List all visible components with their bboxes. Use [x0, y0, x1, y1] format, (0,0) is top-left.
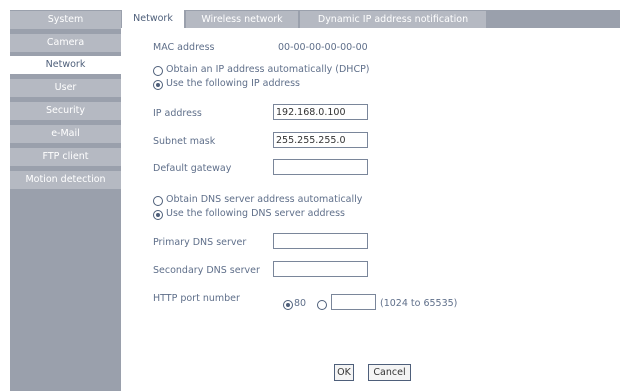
cancel-button[interactable]: Cancel [368, 364, 411, 381]
http-port-default-label: 80 [294, 298, 307, 309]
sidebar-item-motion-detection[interactable]: Motion detection [10, 171, 121, 189]
dns-manual-radio-label: Use the following DNS server address [166, 208, 345, 219]
tab-bar: Network Wireless network Dynamic IP addr… [121, 10, 620, 28]
http-port-label: HTTP port number [153, 293, 240, 304]
tab-dynamic-ip-notification[interactable]: Dynamic IP address notification [300, 11, 486, 28]
sidebar-item-system[interactable]: System [10, 11, 121, 29]
sidebar: System Camera Network User Security e-Ma… [10, 10, 121, 391]
subnet-mask-label: Subnet mask [153, 136, 216, 147]
sidebar-item-network[interactable]: Network [10, 56, 121, 74]
static-ip-radio[interactable] [153, 80, 163, 90]
tab-network[interactable]: Network [122, 10, 184, 28]
dhcp-radio-label: Obtain an IP address automatically (DHCP… [166, 64, 370, 75]
mac-address-value: 00-00-00-00-00-00 [278, 42, 368, 53]
default-gateway-input[interactable] [273, 159, 368, 175]
sidebar-item-email[interactable]: e-Mail [10, 125, 121, 143]
ip-address-input[interactable] [273, 104, 368, 120]
dns-auto-radio-label: Obtain DNS server address automatically [166, 194, 363, 205]
static-ip-radio-label: Use the following IP address [166, 78, 300, 89]
sidebar-item-user[interactable]: User [10, 79, 121, 97]
http-port-custom-input[interactable] [331, 294, 376, 310]
primary-dns-label: Primary DNS server [153, 237, 247, 248]
secondary-dns-label: Secondary DNS server [153, 265, 260, 276]
primary-dns-input[interactable] [273, 233, 368, 249]
tab-wireless-network[interactable]: Wireless network [186, 11, 298, 28]
default-gateway-label: Default gateway [153, 163, 232, 174]
sidebar-item-security[interactable]: Security [10, 102, 121, 120]
mac-address-label: MAC address [153, 42, 215, 53]
dns-manual-radio[interactable] [153, 210, 163, 220]
ok-button[interactable]: OK [334, 364, 354, 381]
dhcp-radio[interactable] [153, 66, 163, 76]
secondary-dns-input[interactable] [273, 261, 368, 277]
dns-auto-radio[interactable] [153, 196, 163, 206]
http-port-range-hint: (1024 to 65535) [380, 298, 458, 309]
sidebar-item-ftp-client[interactable]: FTP client [10, 148, 121, 166]
sidebar-item-camera[interactable]: Camera [10, 34, 121, 52]
http-port-default-radio[interactable] [283, 300, 293, 310]
subnet-mask-input[interactable] [273, 132, 368, 148]
http-port-custom-radio[interactable] [317, 300, 327, 310]
ip-address-label: IP address [153, 108, 202, 119]
network-settings-panel: MAC address 00-00-00-00-00-00 Obtain an … [121, 28, 620, 391]
